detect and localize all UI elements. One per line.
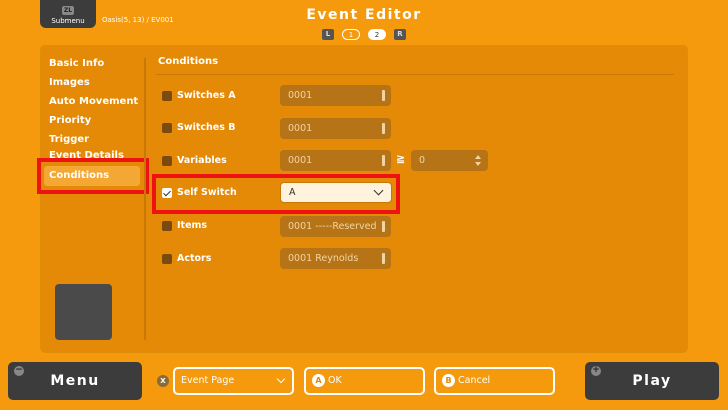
menu-button[interactable]: − Menu <box>8 362 142 400</box>
switches-b-label: Switches B <box>177 122 236 133</box>
r-key-badge[interactable]: R <box>394 29 406 40</box>
stepper-up-icon[interactable] <box>475 155 481 159</box>
actors-label: Actors <box>177 253 212 264</box>
variables-label: Variables <box>177 155 227 166</box>
ok-button[interactable]: A OK <box>304 367 425 395</box>
variables-checkbox[interactable] <box>162 156 172 166</box>
switches-a-value: 0001 <box>288 90 313 101</box>
variables-grip-icon <box>382 155 385 166</box>
x-key-badge: X <box>157 375 169 387</box>
variables-value: 0001 <box>288 155 313 166</box>
menu-button-label: Menu <box>50 373 100 389</box>
items-field[interactable]: 0001 -----Reserved <box>280 216 391 237</box>
play-button-label: Play <box>632 373 672 389</box>
l-key-badge[interactable]: L <box>322 29 334 40</box>
actors-value: 0001 Reynolds <box>288 253 359 264</box>
variables-field[interactable]: 0001 <box>280 150 391 171</box>
page-2-tab[interactable]: 2 <box>368 29 386 40</box>
page-title: Event Editor <box>306 7 422 23</box>
stepper-down-icon[interactable] <box>475 162 481 166</box>
page-switcher: L 1 2 R <box>0 29 728 40</box>
switches-a-label: Switches A <box>177 90 236 101</box>
variables-compare-value: 0 <box>419 155 426 166</box>
conditions-heading: Conditions <box>158 56 219 67</box>
play-button[interactable]: + Play <box>585 362 719 400</box>
highlight-box-conditions <box>37 158 149 194</box>
actors-checkbox[interactable] <box>162 254 172 264</box>
items-grip-icon <box>382 221 385 232</box>
sidebar: Basic Info Images Auto Movement Priority… <box>48 54 142 161</box>
ok-label: OK <box>328 375 342 386</box>
switches-a-checkbox[interactable] <box>162 91 172 101</box>
items-checkbox[interactable] <box>162 221 172 231</box>
switches-b-field[interactable]: 0001 <box>280 118 391 139</box>
variables-compare-stepper[interactable]: 0 <box>411 150 488 171</box>
highlight-box-self-switch <box>152 174 400 214</box>
conditions-divider <box>156 74 674 75</box>
cancel-label: Cancel <box>458 375 491 386</box>
page-1-tab[interactable]: 1 <box>342 29 360 40</box>
cancel-button[interactable]: B Cancel <box>434 367 555 395</box>
b-key-icon: B <box>442 374 455 387</box>
actors-grip-icon <box>382 253 385 264</box>
a-key-icon: A <box>312 374 325 387</box>
sidebar-item-images[interactable]: Images <box>48 73 142 92</box>
switches-b-value: 0001 <box>288 123 313 134</box>
chevron-down-icon <box>276 374 286 384</box>
switches-a-grip-icon <box>382 90 385 101</box>
sidebar-item-trigger[interactable]: Trigger <box>48 130 142 149</box>
sidebar-item-priority[interactable]: Priority <box>48 111 142 130</box>
items-value: 0001 -----Reserved <box>288 221 377 232</box>
event-image-thumbnail[interactable] <box>55 284 112 340</box>
event-page-label: Event Page <box>181 375 235 386</box>
switches-b-checkbox[interactable] <box>162 123 172 133</box>
sidebar-item-auto-movement[interactable]: Auto Movement <box>48 92 142 111</box>
switches-b-grip-icon <box>382 123 385 134</box>
switches-a-field[interactable]: 0001 <box>280 85 391 106</box>
plus-key-icon: + <box>591 365 601 376</box>
actors-field[interactable]: 0001 Reynolds <box>280 248 391 269</box>
sidebar-divider <box>144 58 146 340</box>
sidebar-item-basic-info[interactable]: Basic Info <box>48 54 142 73</box>
event-page-dropdown[interactable]: Event Page <box>173 367 294 395</box>
greater-or-equal-icon: ≧ <box>396 152 406 165</box>
minus-key-icon: − <box>14 365 24 376</box>
items-label: Items <box>177 220 208 231</box>
